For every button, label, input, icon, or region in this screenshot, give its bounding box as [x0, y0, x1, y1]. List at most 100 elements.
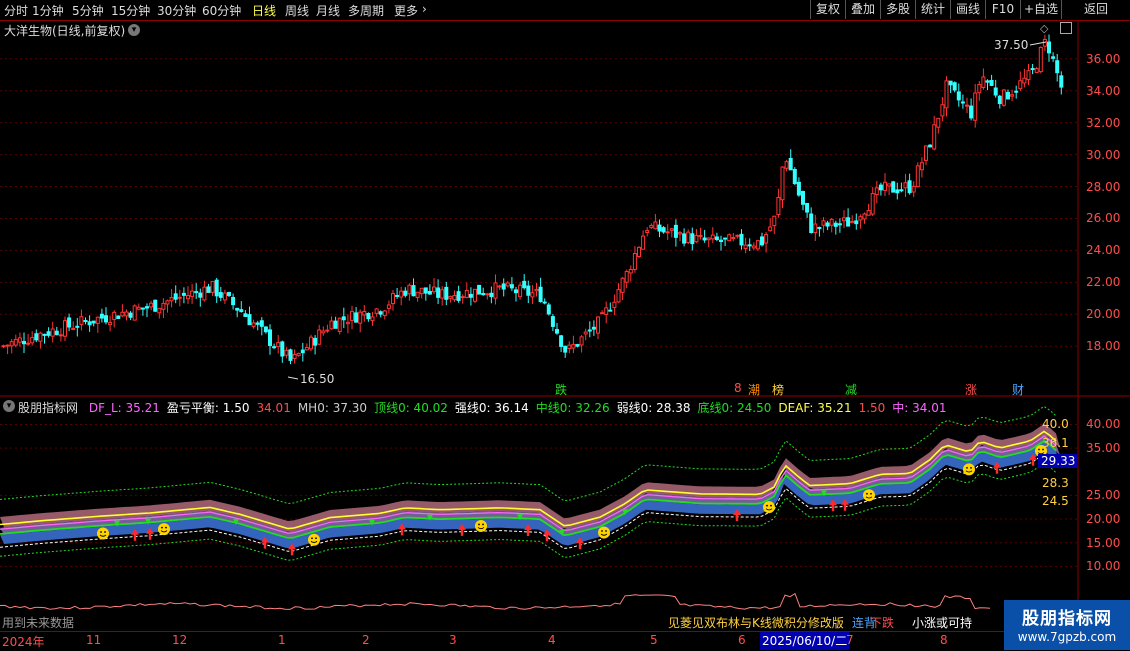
period-multi[interactable]: 多周期 — [348, 2, 384, 19]
candle — [739, 233, 744, 246]
candle — [956, 91, 961, 101]
candle — [75, 325, 80, 328]
candle — [91, 320, 96, 324]
candle — [190, 290, 195, 297]
statistics-button[interactable]: 统计 — [915, 0, 950, 19]
candle — [735, 234, 740, 237]
candle — [317, 329, 322, 345]
f10-button[interactable]: F10 — [985, 0, 1020, 19]
candle — [222, 292, 227, 301]
indicator-tick: 20.00 — [1086, 512, 1121, 527]
signal-xiadie: 下跌 — [870, 616, 895, 630]
candle — [645, 230, 650, 234]
fuquan-button[interactable]: 复权 — [810, 0, 845, 19]
candle — [419, 287, 424, 295]
period-monthly[interactable]: 月线 — [316, 2, 340, 19]
low-price-label: 16.50 — [300, 372, 335, 386]
candle — [481, 293, 486, 296]
add-watchlist-button[interactable]: +自选 — [1020, 0, 1061, 19]
candle — [530, 292, 535, 298]
candle — [850, 221, 855, 224]
candle — [788, 157, 793, 171]
candle — [284, 349, 289, 356]
period-fenshi[interactable]: 分时 — [4, 2, 28, 19]
period-5min[interactable]: 5分钟 — [72, 2, 104, 19]
candle — [903, 182, 908, 189]
candle — [423, 287, 428, 294]
down-arrow-icon — [559, 529, 565, 536]
candle — [870, 193, 875, 215]
candle — [333, 320, 338, 329]
candle — [993, 87, 998, 96]
up-arrow-icon — [146, 527, 154, 540]
candle — [63, 320, 67, 337]
candle — [386, 304, 391, 309]
candle — [960, 101, 965, 104]
candle — [124, 311, 129, 317]
date-axis: 2024年 11 12 1 2 3 4 5 6 2025/06/10/二 7 8 — [0, 631, 1130, 651]
period-daily[interactable]: 日线 — [252, 2, 276, 19]
candle — [149, 302, 154, 308]
down-arrow-icon — [369, 519, 375, 526]
candle — [952, 82, 957, 91]
candle — [563, 345, 568, 353]
candle — [883, 181, 887, 191]
candle — [932, 124, 937, 150]
candle — [1006, 91, 1010, 100]
period-60min[interactable]: 60分钟 — [202, 2, 241, 19]
candle — [17, 337, 22, 343]
candle — [411, 285, 416, 297]
candle — [362, 310, 367, 316]
top-line-value: 40.0 — [1042, 417, 1069, 431]
up-arrow-icon — [829, 499, 837, 512]
period-30min[interactable]: 30分钟 — [157, 2, 196, 19]
period-more[interactable]: 更多 — [394, 2, 418, 19]
down-arrow-icon — [145, 518, 151, 525]
candle — [977, 84, 982, 94]
stock-title: 大洋生物(日线,前复权) — [4, 24, 126, 38]
multi-stock-button[interactable]: 多股 — [880, 0, 915, 19]
diamond-icon[interactable]: ◇ — [1040, 22, 1048, 35]
candle — [485, 293, 490, 296]
candle — [58, 334, 63, 337]
candle — [448, 295, 453, 299]
more-chevron-icon[interactable]: › — [422, 2, 427, 16]
up-arrow-icon — [576, 537, 584, 550]
candle — [1047, 41, 1051, 54]
candle — [366, 313, 371, 320]
candle — [985, 80, 990, 83]
indicator-menu-icon[interactable]: ▾ — [3, 400, 15, 412]
overlay-button[interactable]: 叠加 — [845, 0, 880, 19]
maximize-icon[interactable] — [1060, 22, 1072, 34]
candle — [751, 245, 756, 249]
legend-item: 盈亏平衡: 1.50 — [166, 401, 250, 415]
candle — [263, 326, 268, 333]
period-15min[interactable]: 15分钟 — [111, 2, 150, 19]
chevron-down-icon[interactable]: ▾ — [128, 24, 140, 36]
candle — [944, 80, 949, 109]
price-tick: 26.00 — [1086, 211, 1121, 226]
candle — [452, 294, 457, 301]
candle — [341, 316, 346, 321]
draw-line-button[interactable]: 画线 — [950, 0, 985, 19]
candle — [846, 217, 851, 227]
date-tick: 4 — [548, 633, 556, 647]
candle — [38, 332, 43, 342]
legend-item: DEAF: 35.21 — [778, 401, 852, 415]
candle — [239, 309, 244, 313]
candle — [198, 292, 203, 298]
candle — [928, 144, 933, 148]
candle — [743, 244, 748, 250]
candle — [161, 302, 166, 310]
kline-chart — [0, 20, 1130, 631]
candle — [874, 187, 879, 196]
indicator-tick: 15.00 — [1086, 535, 1121, 550]
candle — [591, 326, 596, 330]
period-weekly[interactable]: 周线 — [285, 2, 309, 19]
up-arrow-icon — [131, 528, 139, 541]
candle — [407, 284, 412, 295]
candle — [776, 197, 781, 215]
back-button[interactable]: 返回 — [1061, 0, 1130, 19]
down-arrow-icon — [821, 490, 827, 497]
period-1min[interactable]: 1分钟 — [32, 2, 64, 19]
